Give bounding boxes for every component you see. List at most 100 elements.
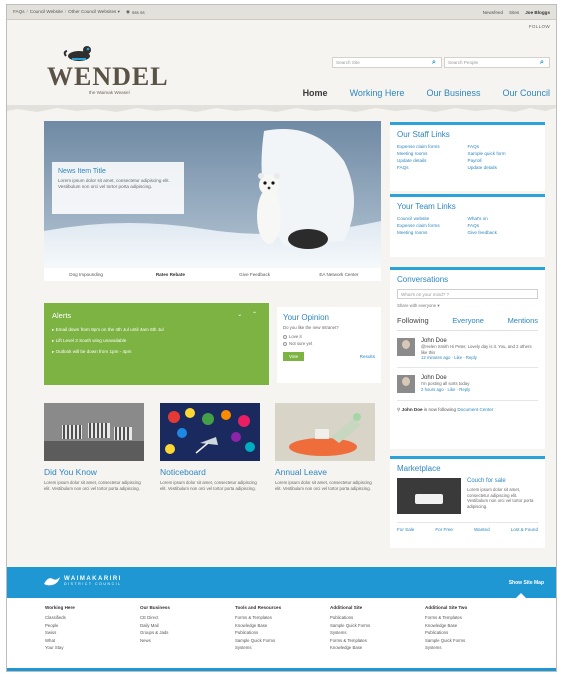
- footer-link[interactable]: Knowledge Base: [425, 623, 520, 628]
- footer-column-title: Additional Site: [330, 605, 363, 610]
- team-link[interactable]: Meeting rooms: [397, 230, 468, 235]
- card-title[interactable]: Noticeboard: [160, 467, 260, 477]
- staff-link[interactable]: Update details: [397, 158, 468, 163]
- footer-link[interactable]: Daily Mail: [140, 623, 235, 628]
- search-icon[interactable]: ⌕: [540, 59, 546, 66]
- team-link[interactable]: FAQs: [468, 223, 539, 228]
- footer-link[interactable]: Publications: [330, 615, 425, 620]
- nav-working-here[interactable]: Working Here: [350, 88, 405, 98]
- footer-link[interactable]: Classifieds: [45, 615, 140, 620]
- tab-following[interactable]: Following: [397, 316, 429, 325]
- footer-link[interactable]: Systems: [425, 645, 520, 650]
- newsfeed-link[interactable]: Newsfeed: [483, 10, 503, 15]
- card-title[interactable]: Did You Know: [44, 467, 144, 477]
- did-you-know-card[interactable]: Did You Know Lorem ipsum dolor sit amet,…: [44, 403, 144, 491]
- annual-leave-card[interactable]: Annual Leave Lorem ipsum dolor sit amet,…: [275, 403, 375, 491]
- tab-lost-found[interactable]: Lost & Found: [511, 527, 538, 532]
- couch-image[interactable]: [397, 478, 461, 514]
- footer-link[interactable]: Forms & Templates: [425, 615, 520, 620]
- alert-item[interactable]: Outlook will be down from 1pm - 4pm: [52, 349, 261, 355]
- team-link[interactable]: Give feedback: [468, 230, 539, 235]
- team-link[interactable]: What's on: [468, 216, 539, 221]
- alert-item[interactable]: Email down from 9pm on the 4th Jul until…: [52, 327, 261, 333]
- radio-button[interactable]: [283, 334, 287, 339]
- tab-mentions[interactable]: Mentions: [508, 316, 538, 325]
- avatar[interactable]: [397, 375, 415, 393]
- user-menu[interactable]: Joe Bloggs: [525, 10, 550, 15]
- footer-link[interactable]: Publications: [425, 630, 520, 635]
- people-search-input[interactable]: Search People ⌕: [444, 57, 550, 68]
- staff-link[interactable]: Meeting rooms: [397, 151, 468, 156]
- staff-link[interactable]: Expense claim forms: [397, 144, 468, 149]
- footer-link[interactable]: Systems: [235, 645, 330, 650]
- nav-our-council[interactable]: Our Council: [502, 88, 550, 98]
- conversation-post-input[interactable]: What's on your mind? ?: [397, 289, 538, 299]
- tab-everyone[interactable]: Everyone: [452, 316, 484, 325]
- news-item-title[interactable]: News Item Title: [58, 168, 178, 175]
- footer-link[interactable]: Systems: [330, 630, 425, 635]
- team-link[interactable]: Council website: [397, 216, 468, 221]
- staff-link[interactable]: Payroll: [468, 158, 539, 163]
- activity-link[interactable]: Document Center: [457, 407, 493, 412]
- nav-our-business[interactable]: Our Business: [426, 88, 480, 98]
- poll-option[interactable]: Not sure yet: [283, 341, 375, 346]
- nav-home[interactable]: Home: [303, 88, 328, 98]
- footer-link[interactable]: Swiss: [45, 630, 140, 635]
- show-site-map-button[interactable]: Show Site Map: [509, 580, 544, 586]
- results-link[interactable]: Results: [360, 354, 375, 359]
- news-item-body: Lorem ipsum dolor sit amet, consectetur …: [58, 178, 170, 189]
- footer-link[interactable]: Sample Quick Forms: [235, 638, 330, 643]
- language-selector[interactable]: ◉ ѕѕѕ ѕѕ: [126, 9, 145, 15]
- footer-link[interactable]: People: [45, 623, 140, 628]
- footer-link[interactable]: Knowledge Base: [330, 645, 425, 650]
- quick-link-rates-rebate[interactable]: Rates Rebate: [128, 272, 212, 277]
- staff-link[interactable]: Update details: [468, 165, 539, 170]
- tab-for-sale[interactable]: For Sale: [397, 527, 414, 532]
- avatar[interactable]: [397, 338, 415, 356]
- toy-car-image: [275, 403, 375, 461]
- top-link-faqs[interactable]: FAQs: [13, 9, 25, 15]
- footer-link[interactable]: Knowledge Base: [235, 623, 330, 628]
- council-logo[interactable]: WAIMAKARIRI DISTRICT COUNCIL: [43, 575, 122, 587]
- search-icon[interactable]: ⌕: [432, 59, 438, 66]
- tab-for-free[interactable]: For Free: [435, 527, 453, 532]
- footer-link[interactable]: CE Direct: [140, 615, 235, 620]
- staff-link[interactable]: FAQs: [397, 165, 468, 170]
- footer-link[interactable]: Groups & Jads: [140, 630, 235, 635]
- wendel-logo[interactable]: WENDEL the Waimak Weasel: [47, 40, 168, 100]
- tab-wanted[interactable]: Wanted: [474, 527, 490, 532]
- footer-link[interactable]: Sample Quick Forms: [330, 623, 425, 628]
- radio-button[interactable]: [283, 341, 287, 346]
- alerts-nav-controls[interactable]: ⌄ ⌃: [237, 311, 261, 320]
- market-item-title[interactable]: Couch for sale: [467, 478, 538, 484]
- footer-link[interactable]: News: [140, 638, 235, 643]
- team-link[interactable]: Expense claim forms: [397, 223, 468, 228]
- staff-link[interactable]: FAQs: [468, 144, 539, 149]
- post-meta[interactable]: 2 hours ago · Like · Reply: [421, 387, 470, 392]
- card-title[interactable]: Annual Leave: [275, 467, 375, 477]
- footer-link[interactable]: Forms & Templates: [330, 638, 425, 643]
- footer-link[interactable]: What: [45, 638, 140, 643]
- quick-link-dog-impounding[interactable]: Dog Impounding: [44, 272, 128, 277]
- activity-user[interactable]: John Doe: [402, 407, 423, 412]
- footer-link[interactable]: Publications: [235, 630, 330, 635]
- top-link-other-websites-dropdown[interactable]: Other Council Websites ▾: [68, 9, 120, 15]
- footer-column-title: Our Business: [140, 605, 170, 610]
- top-link-council-website[interactable]: Council Website: [30, 9, 63, 15]
- vote-button[interactable]: Vote: [283, 352, 305, 361]
- news-item-card[interactable]: News Item Title Lorem ipsum dolor sit am…: [52, 162, 184, 214]
- share-with-dropdown[interactable]: Share with everyone ▾: [397, 303, 538, 309]
- alert-item[interactable]: Lift Level 3 South wing unavailable: [52, 338, 261, 344]
- team-links-panel: Your Team Links Council website What's o…: [390, 194, 545, 257]
- site-search-input[interactable]: Search Site ⌕: [332, 57, 442, 68]
- footer-link[interactable]: Forms & Templates: [235, 615, 330, 620]
- poll-option[interactable]: Love it: [283, 334, 375, 339]
- footer-link[interactable]: Sample Quick Forms: [425, 638, 520, 643]
- quick-link-give-feedback[interactable]: Give Feedback: [213, 272, 297, 277]
- quick-link-ea-network-center[interactable]: EA Network Center: [297, 272, 381, 277]
- sites-link[interactable]: Sites: [509, 10, 519, 15]
- staff-link[interactable]: Sample quick form: [468, 151, 539, 156]
- noticeboard-card[interactable]: Noticeboard Lorem ipsum dolor sit amet, …: [160, 403, 260, 491]
- footer-link[interactable]: Your Stay: [45, 645, 140, 650]
- post-meta[interactable]: 12 minutes ago · Like · Reply: [421, 355, 538, 360]
